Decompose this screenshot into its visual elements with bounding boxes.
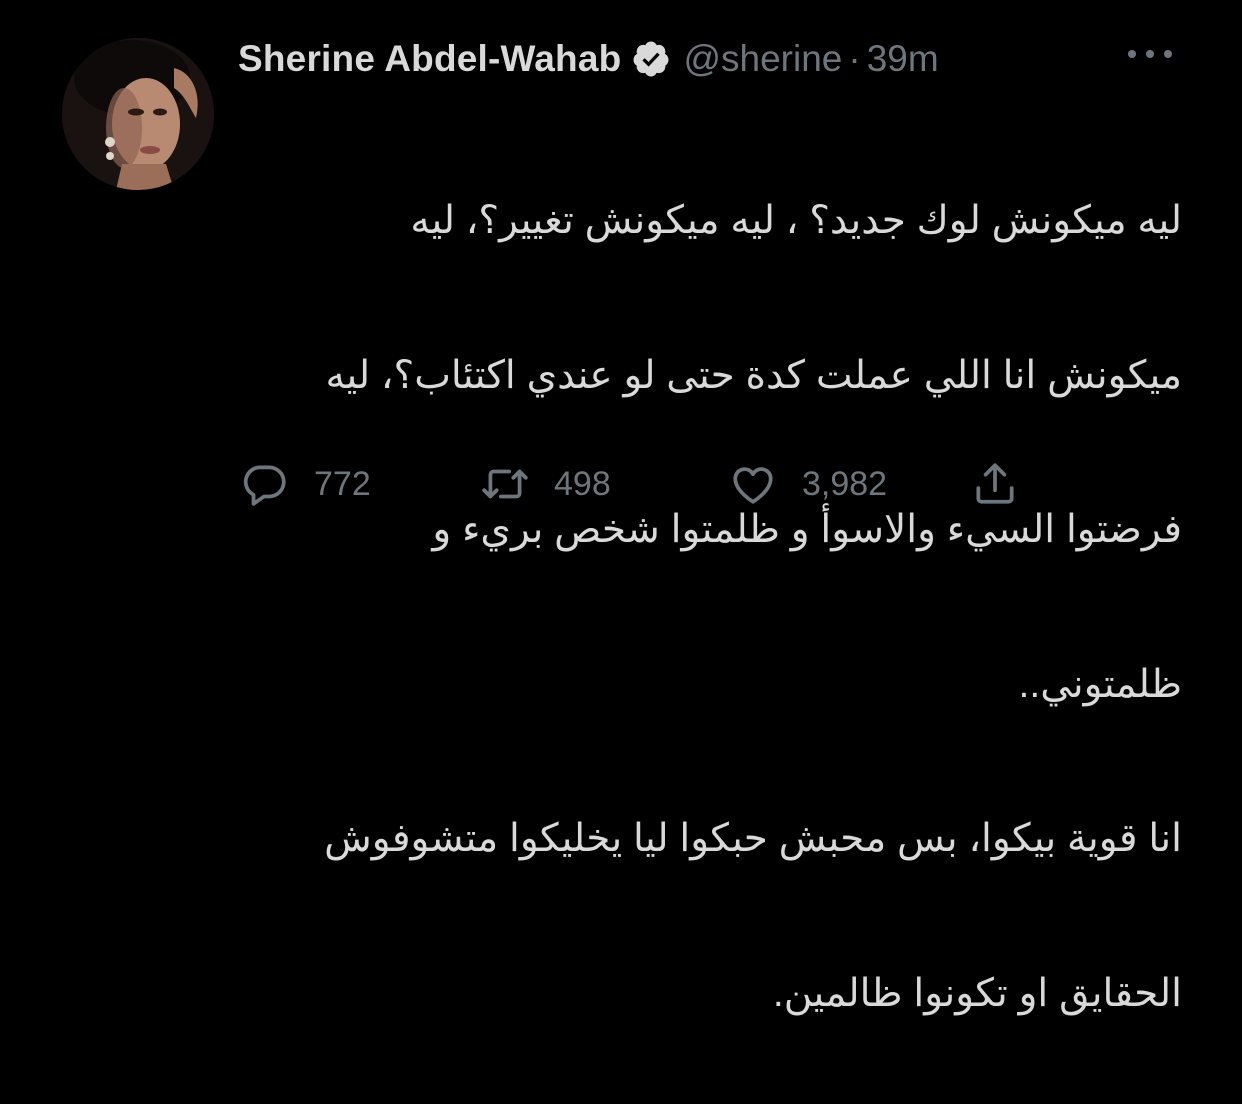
author-handle[interactable]: @sherine: [683, 38, 842, 80]
timestamp[interactable]: 39m: [867, 38, 939, 80]
retweet-button[interactable]: 498: [480, 458, 611, 510]
tweet-text: ليه ميكونش لوك جديد؟ ، ليه ميكونش تغيير؟…: [240, 92, 1182, 1104]
header-separator: ·: [848, 38, 861, 79]
like-button[interactable]: 3,982: [728, 458, 887, 510]
more-horizontal-icon[interactable]: [1122, 40, 1178, 68]
share-button[interactable]: [970, 458, 1020, 510]
retweet-icon: [482, 469, 528, 499]
author-name[interactable]: Sherine Abdel-Wahab: [238, 38, 621, 80]
verified-badge-icon: [633, 41, 669, 77]
retweet-count: 498: [554, 464, 611, 503]
share-icon: [976, 463, 1014, 504]
reply-icon: [243, 465, 286, 506]
avatar-photo: [62, 38, 214, 190]
tweet-text-line: الحقايق او تكونوا ظالمين.: [772, 971, 1182, 1015]
tweet-text-line: ظلمتوني..: [1018, 662, 1182, 706]
like-count: 3,982: [802, 464, 888, 503]
tweet-text-line: ميكونش انا اللي عملت كدة حتى لو عندي اكت…: [325, 353, 1182, 397]
tweet[interactable]: Sherine Abdel-Wahab @sherine · 39m ليه م…: [0, 0, 1242, 1015]
tweet-text-line: فرضتوا السيء والاسوأ و ظلمتوا شخص بريء و: [432, 508, 1182, 551]
reply-count: 772: [314, 464, 371, 503]
reply-button[interactable]: 772: [240, 458, 371, 510]
like-icon: [733, 467, 773, 504]
tweet-text-line: انا قوية بيكوا، بس محبش حبكوا ليا يخليكو…: [324, 817, 1182, 860]
avatar[interactable]: [62, 38, 214, 190]
tweet-text-line: ليه ميكونش لوك جديد؟ ، ليه ميكونش تغيير؟…: [410, 199, 1182, 242]
tweet-header: Sherine Abdel-Wahab @sherine · 39m: [238, 34, 939, 84]
